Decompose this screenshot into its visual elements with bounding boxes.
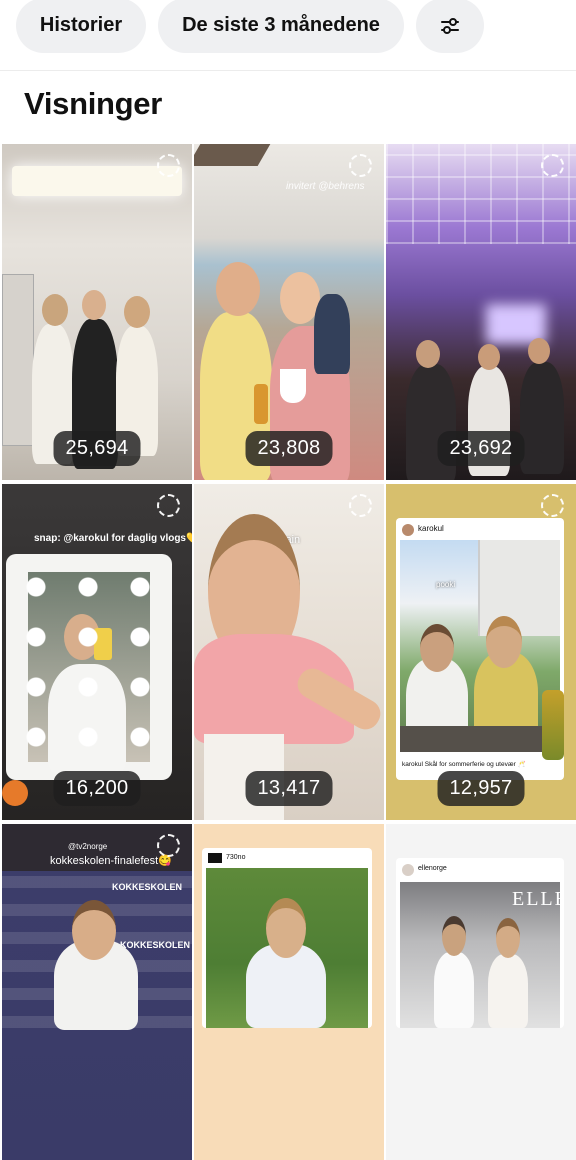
header-divider bbox=[0, 70, 576, 71]
post-photo: ELLE bbox=[400, 882, 564, 1028]
story-tile[interactable]: invitert @behrens 23,808 bbox=[194, 144, 384, 480]
story-tile[interactable]: snap: @karokul for daglig vlogs💛 16,200 bbox=[2, 484, 192, 820]
post-photo bbox=[206, 868, 368, 1028]
person bbox=[488, 954, 528, 1028]
person-head bbox=[528, 338, 550, 364]
filter-bar: Historier De siste 3 månedene bbox=[0, 0, 576, 56]
post-username: 730no bbox=[226, 854, 246, 861]
story-tile[interactable]: Spain 13,417 bbox=[194, 484, 384, 820]
history-filter-chip[interactable]: Historier bbox=[16, 0, 146, 53]
view-count: 23,808 bbox=[245, 431, 333, 466]
ceiling-light bbox=[12, 166, 182, 196]
post-card: ellenorge ELLE bbox=[396, 858, 564, 1028]
view-count: 16,200 bbox=[53, 771, 141, 806]
story-tile[interactable]: ellenorge ELLE bbox=[386, 824, 576, 1160]
person bbox=[434, 952, 474, 1028]
post-caption: karokul Skål for sommerferie og utevær 🥂 bbox=[402, 761, 526, 768]
person-head bbox=[72, 900, 116, 960]
story-tile[interactable]: 25,694 bbox=[2, 144, 192, 480]
story-grid: 25,694 invitert @behrens 23,808 23,692 s… bbox=[0, 144, 576, 1160]
page-title: Visninger bbox=[24, 86, 162, 121]
wall-logo: KOKKESKOLEN bbox=[112, 882, 183, 892]
awning bbox=[194, 144, 271, 166]
view-count: 12,957 bbox=[437, 771, 525, 806]
sliders-icon bbox=[441, 17, 459, 34]
photo-label: pooki bbox=[436, 580, 456, 589]
period-filter-chip[interactable]: De siste 3 månedene bbox=[158, 0, 404, 53]
person-head bbox=[420, 624, 454, 672]
post-username: karokul bbox=[418, 524, 444, 533]
person-head bbox=[266, 898, 306, 958]
post-photo: pooki bbox=[400, 540, 560, 752]
loading-icon bbox=[157, 154, 180, 177]
loading-icon bbox=[157, 494, 180, 517]
story-caption: invitert @behrens bbox=[286, 181, 365, 192]
loading-icon bbox=[349, 494, 372, 517]
view-count: 23,692 bbox=[437, 431, 525, 466]
person-head bbox=[496, 918, 520, 958]
story-caption: snap: @karokul for daglig vlogs💛 bbox=[34, 533, 192, 544]
view-count: 25,694 bbox=[53, 431, 141, 466]
ping-pong-paddle bbox=[2, 780, 28, 806]
person bbox=[520, 362, 564, 474]
wall-logo: KOKKESKOLEN bbox=[120, 940, 191, 950]
post-username: ellenorge bbox=[418, 865, 447, 872]
person-head bbox=[486, 616, 522, 668]
bottle bbox=[254, 384, 268, 424]
person-head bbox=[124, 296, 150, 328]
person-head bbox=[42, 294, 68, 326]
backdrop-logo: ELLE bbox=[512, 888, 564, 910]
person-head bbox=[478, 344, 500, 370]
story-tile[interactable]: karokul pooki karokul Skål for sommerfer… bbox=[386, 484, 576, 820]
post-card: karokul pooki karokul Skål for sommerfer… bbox=[396, 518, 564, 780]
door bbox=[2, 274, 34, 446]
story-tile[interactable]: 23,692 bbox=[386, 144, 576, 480]
loading-icon bbox=[541, 494, 564, 517]
avatar bbox=[402, 864, 414, 876]
story-tile[interactable]: @tv2norge kokkeskolen-finalefest😋 KOKKES… bbox=[2, 824, 192, 1160]
person-head bbox=[216, 262, 260, 316]
filter-settings-button[interactable] bbox=[416, 0, 484, 53]
building bbox=[478, 540, 560, 636]
mirror-bulbs bbox=[10, 562, 168, 772]
avatar bbox=[402, 524, 414, 536]
person bbox=[314, 294, 350, 374]
story-tile[interactable]: 730no bbox=[194, 824, 384, 1160]
person-head bbox=[416, 340, 440, 368]
person-head bbox=[82, 290, 106, 320]
loading-icon bbox=[349, 154, 372, 177]
post-card: 730no bbox=[202, 848, 372, 1028]
glass bbox=[280, 369, 306, 403]
loading-icon bbox=[157, 834, 180, 857]
view-count: 13,417 bbox=[245, 771, 333, 806]
loading-icon bbox=[541, 154, 564, 177]
bottle bbox=[542, 690, 564, 760]
person-head bbox=[442, 916, 466, 956]
avatar bbox=[208, 853, 222, 863]
table bbox=[400, 726, 560, 752]
story-username: @tv2norge bbox=[68, 842, 108, 851]
story-caption: kokkeskolen-finalefest😋 bbox=[50, 855, 172, 867]
